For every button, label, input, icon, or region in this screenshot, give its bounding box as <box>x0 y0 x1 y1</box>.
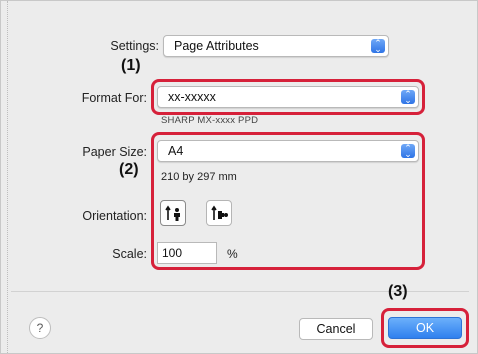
paper-size-value: A4 <box>168 144 184 158</box>
updown-chevron-icon: ⌃ ⌄ <box>401 90 415 105</box>
cancel-button[interactable]: Cancel <box>299 318 373 340</box>
updown-chevron-icon: ⌃ ⌄ <box>371 39 385 54</box>
orientation-label: Orientation: <box>82 209 147 223</box>
callout-3: (3) <box>388 283 408 300</box>
portrait-orientation-button[interactable] <box>160 200 186 226</box>
callout-1: (1) <box>121 57 141 74</box>
landscape-orientation-button[interactable] <box>206 200 232 226</box>
scale-label: Scale: <box>112 247 147 261</box>
landscape-orientation-icon <box>211 205 228 220</box>
scale-unit: % <box>227 247 238 261</box>
paper-size-label: Paper Size: <box>82 145 147 159</box>
settings-popup[interactable]: Page Attributes ⌃ ⌄ <box>163 35 389 57</box>
paper-dimensions: 210 by 297 mm <box>161 171 237 183</box>
ok-button[interactable]: OK <box>388 317 462 339</box>
page-setup-dialog: Settings: Page Attributes ⌃ ⌄ (1) Format … <box>0 0 478 354</box>
help-button[interactable]: ? <box>29 317 51 339</box>
callout-2: (2) <box>119 161 139 178</box>
portrait-orientation-icon <box>165 205 180 221</box>
paper-size-popup[interactable]: A4 ⌃ ⌄ <box>157 140 419 162</box>
format-for-popup[interactable]: xx-xxxxx ⌃ ⌄ <box>157 86 419 108</box>
format-for-value: xx-xxxxx <box>168 90 216 104</box>
settings-label: Settings: <box>110 39 159 53</box>
format-for-label: Format For: <box>81 91 147 105</box>
settings-value: Page Attributes <box>174 39 259 53</box>
scale-input[interactable]: 100 <box>157 242 217 264</box>
format-for-hint: SHARP MX-xxxx PPD <box>161 115 259 126</box>
updown-chevron-icon: ⌃ ⌄ <box>401 144 415 159</box>
dialog-edge <box>7 1 8 354</box>
